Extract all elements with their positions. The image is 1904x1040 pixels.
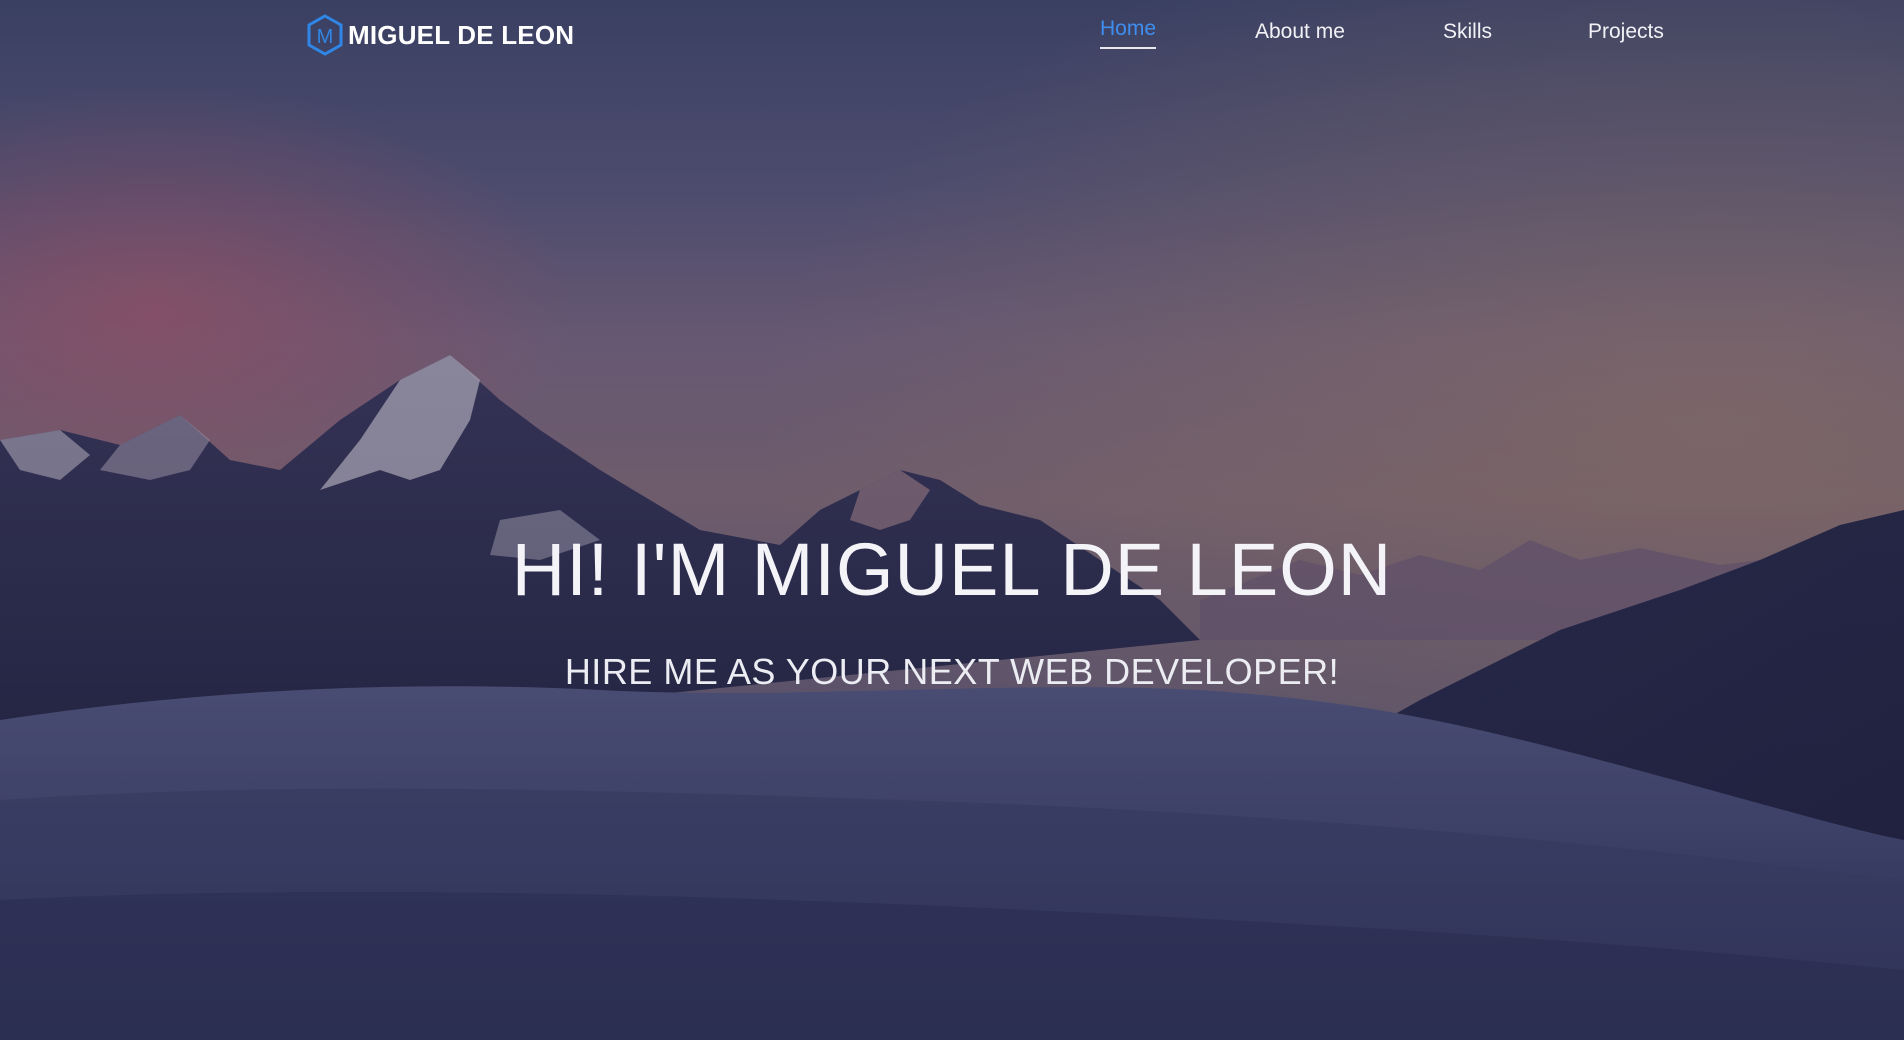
nav-skills-link[interactable]: Skills bbox=[1443, 18, 1492, 46]
top-navbar: M MIGUEL DE LEON Home About me Skills Pr… bbox=[0, 0, 1904, 72]
brand-name: MIGUEL DE LEON bbox=[348, 19, 575, 50]
nav-links: Home About me Skills Projects bbox=[1080, 15, 1700, 58]
nav-projects-link[interactable]: Projects bbox=[1588, 18, 1664, 46]
hero-title: HI! I'M MIGUEL DE LEON bbox=[511, 528, 1393, 611]
hero-subtitle: HIRE ME AS YOUR NEXT WEB DEVELOPER! bbox=[564, 651, 1340, 692]
brand-link[interactable]: M MIGUEL DE LEON bbox=[306, 14, 574, 56]
logo-letter: M bbox=[317, 26, 334, 48]
mountain-landscape-image bbox=[0, 0, 1904, 1040]
nav-home-link[interactable]: Home bbox=[1100, 15, 1157, 49]
hero-background bbox=[0, 0, 1904, 1040]
hexagon-m-logo-icon: M bbox=[307, 14, 343, 56]
nav-about-link[interactable]: About me bbox=[1255, 18, 1345, 46]
